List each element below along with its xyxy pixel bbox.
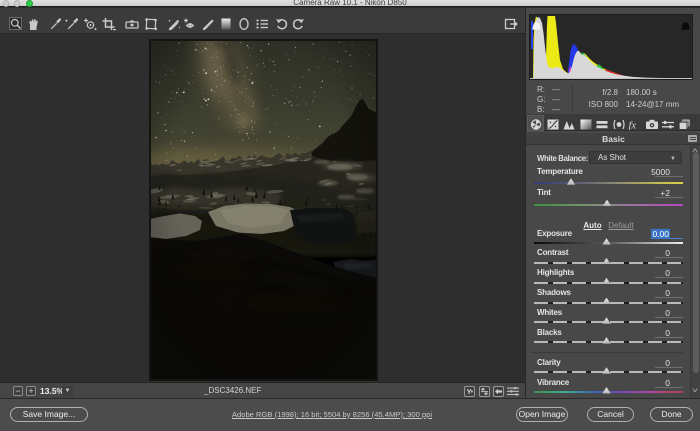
svg-text:fx: fx xyxy=(629,121,637,131)
